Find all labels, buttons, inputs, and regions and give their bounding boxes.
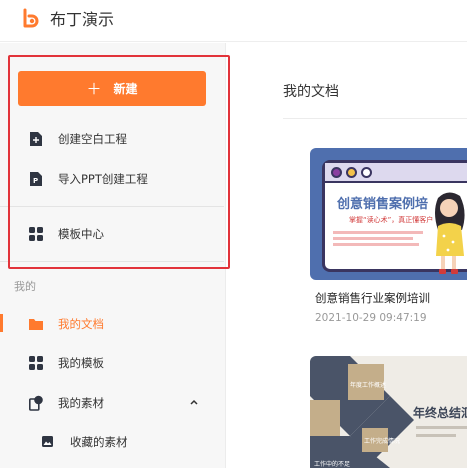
sidebar-item-my-documents[interactable]: 我的文档 [0, 311, 224, 337]
sidebar-divider [0, 206, 224, 207]
chevron-up-icon[interactable] [188, 396, 200, 408]
window-dot [331, 167, 342, 178]
sidebar-divider [0, 261, 224, 262]
document-card-thumbnail[interactable]: 年度工作概述 工作完成情况 工作中的不足 年终总结汇 [310, 356, 467, 468]
new-button-label: 新建 [113, 82, 138, 96]
material-icon [29, 395, 43, 411]
thumbnail-title: 年终总结汇 [413, 406, 467, 420]
my-documents-label: 我的文档 [58, 317, 104, 331]
template-center-label: 模板中心 [58, 227, 104, 241]
thumbnail-text-line [416, 426, 467, 429]
app-logo-icon [23, 8, 39, 28]
import-ppt-label: 导入PPT创建工程 [58, 172, 148, 186]
window-dot [346, 167, 357, 178]
ppt-file-icon: P [30, 172, 42, 186]
girl-illustration [435, 192, 465, 274]
thumbnail-tag: 工作中的不足 [314, 461, 351, 468]
thumbnail-tag: 年度工作概述 [350, 382, 387, 389]
thumbnail-text-line [416, 434, 456, 437]
document-card-thumbnail[interactable]: 创意销售案例培 掌握“读心术”，真正懂客户 [310, 148, 467, 280]
grid-icon [29, 227, 43, 241]
page-title: 我的文档 [283, 84, 339, 100]
thumbnail-window-bar [325, 163, 467, 183]
folder-icon [29, 319, 43, 330]
title-divider [283, 118, 467, 119]
favorite-materials-label: 收藏的素材 [70, 435, 128, 449]
create-blank-project-label: 创建空白工程 [58, 132, 127, 146]
svg-text:P: P [33, 177, 38, 185]
my-materials-label: 我的素材 [58, 396, 104, 410]
window-dot [361, 167, 372, 178]
document-date: 2021-10-29 09:47:19 [315, 312, 427, 324]
image-icon [42, 436, 53, 447]
top-bar: 布丁演示 [0, 0, 467, 42]
plus-icon: ＋ [86, 80, 102, 98]
template-center-item[interactable]: 模板中心 [0, 221, 224, 247]
sidebar-item-my-templates[interactable]: 我的模板 [0, 350, 224, 376]
thumbnail-tag: 工作完成情况 [364, 438, 401, 445]
thumbnail-text-line [333, 237, 413, 240]
sidebar-item-my-materials[interactable]: 我的素材 [0, 390, 224, 416]
plus-file-icon [30, 132, 42, 146]
thumbnail-text-line [333, 243, 419, 246]
sidebar: ＋ 新建 创建空白工程 P 导入PPT创建工程 模板中心 我的 我的文档 我的模… [0, 43, 230, 468]
grid-icon [29, 356, 43, 370]
my-templates-label: 我的模板 [58, 356, 104, 370]
thumbnail-subtitle: 掌握“读心术”，真正懂客户 [349, 216, 434, 224]
new-button[interactable]: ＋ 新建 [18, 71, 206, 106]
document-name[interactable]: 创意销售行业案例培训 [315, 290, 430, 306]
app-name: 布丁演示 [50, 10, 115, 29]
thumbnail-text-line [333, 231, 423, 234]
import-ppt-item[interactable]: P 导入PPT创建工程 [0, 166, 224, 192]
create-blank-project-item[interactable]: 创建空白工程 [0, 126, 224, 152]
section-label-mine: 我的 [14, 280, 36, 293]
sidebar-item-favorite-materials[interactable]: 收藏的素材 [0, 429, 224, 455]
thumbnail-title: 创意销售案例培 [337, 197, 429, 212]
